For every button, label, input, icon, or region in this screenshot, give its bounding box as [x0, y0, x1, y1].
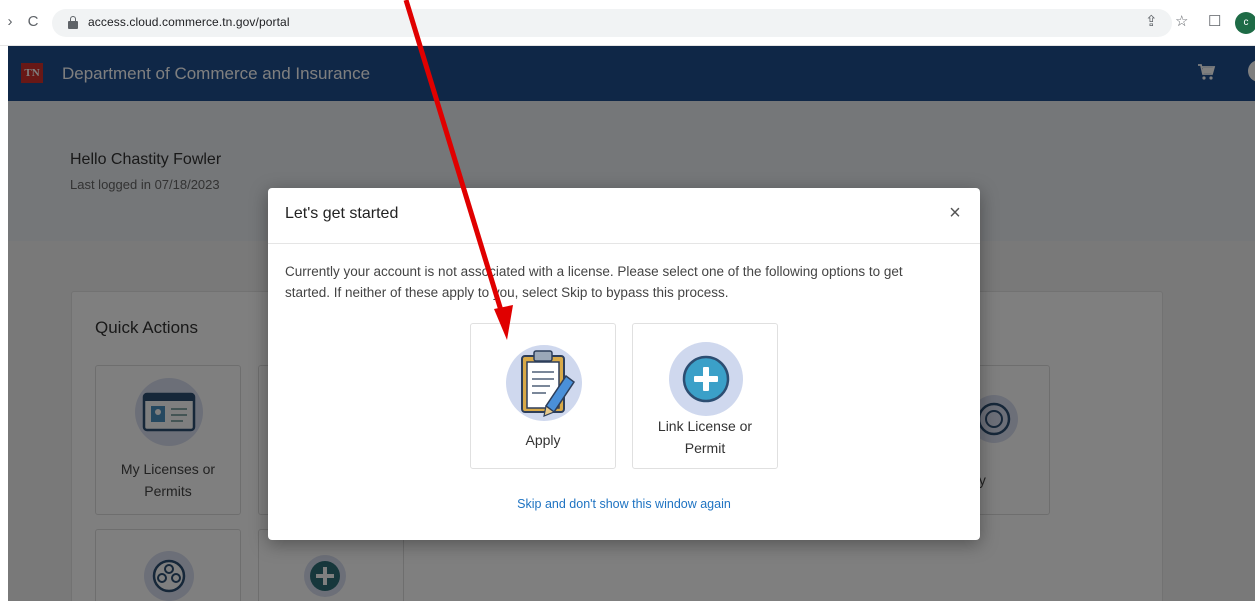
plus-circle-icon: [669, 342, 743, 416]
share-icon[interactable]: ⇪: [1145, 13, 1158, 31]
dialog-description: Currently your account is not associated…: [285, 264, 903, 300]
tab-search-icon[interactable]: ☐: [1208, 13, 1221, 31]
link-license-option[interactable]: Link License or Permit: [632, 323, 778, 469]
dialog-title: Let's get started: [285, 205, 399, 222]
reload-icon[interactable]: C: [23, 12, 43, 32]
link-license-label-line2: Permit: [684, 440, 726, 456]
bookmark-star-icon[interactable]: ☆: [1175, 13, 1188, 31]
get-started-dialog: Let's get started × Currently your accou…: [268, 188, 980, 540]
apply-option[interactable]: Apply: [470, 323, 616, 469]
url-text[interactable]: access.cloud.commerce.tn.gov/portal: [88, 15, 290, 29]
forward-icon[interactable]: ›: [0, 12, 20, 32]
apply-label: Apply: [525, 432, 561, 448]
lock-icon[interactable]: [68, 16, 78, 29]
profile-avatar[interactable]: c: [1235, 12, 1255, 34]
dialog-divider: [268, 243, 980, 244]
browser-toolbar: › C access.cloud.commerce.tn.gov/portal …: [0, 0, 1255, 46]
link-license-label-line1: Link License or: [657, 418, 753, 434]
close-icon[interactable]: ×: [944, 202, 966, 224]
skip-link[interactable]: Skip and don't show this window again: [268, 497, 980, 511]
clipboard-pencil-icon: [506, 345, 582, 421]
